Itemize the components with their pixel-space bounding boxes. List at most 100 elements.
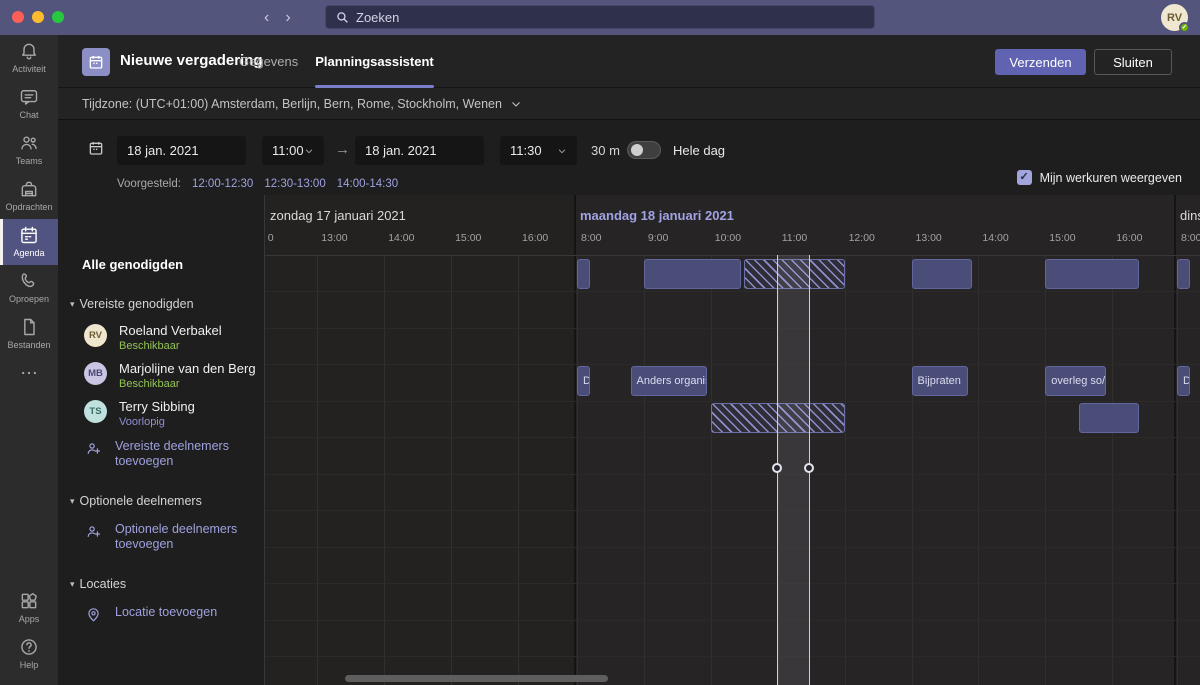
close-button[interactable]: Sluiten (1094, 49, 1172, 75)
avatar: MB (84, 362, 107, 385)
horizontal-scrollbar[interactable] (345, 675, 608, 682)
sidebar-item-oproepen[interactable]: Oproepen (0, 265, 58, 311)
hour-gridline (644, 255, 645, 685)
day-header-mon: maandag 18 januari 2021 (580, 208, 734, 223)
sidebar-item-bestanden[interactable]: Bestanden (0, 311, 58, 357)
busy-block (577, 259, 590, 289)
section-header[interactable]: ▾Vereiste genodigden (70, 297, 264, 311)
add-link[interactable]: Locatie toevoegen (85, 605, 264, 628)
section-header[interactable]: ▾Locaties (70, 577, 264, 591)
suggestion-slot[interactable]: 12:30-13:00 (264, 178, 325, 190)
hour-label: 15:00 (1049, 232, 1075, 244)
avatar: TS (84, 400, 107, 423)
attendees-title: Alle genodigden (82, 257, 264, 272)
busy-event: Anders organiseren u (631, 366, 708, 396)
hour-label: 16:00 (522, 232, 548, 244)
busy-block (644, 259, 741, 289)
hour-gridline (978, 255, 979, 685)
hour-gridline (451, 255, 452, 685)
sidebar-item-chat[interactable]: Chat (0, 81, 58, 127)
day-header-tue: dins (1180, 208, 1200, 223)
add-link[interactable]: Vereiste deelnemers toevoegen (85, 439, 264, 469)
avatar: RV (84, 324, 107, 347)
suggestion-slot[interactable]: 14:00-14:30 (337, 178, 398, 190)
back-button[interactable]: ‹ (264, 10, 269, 26)
sidebar-item-label: Activiteit (12, 64, 46, 74)
row-gridline (265, 620, 1200, 621)
section-header[interactable]: ▾Optionele deelnemers (70, 494, 264, 508)
row-gridline (265, 401, 1200, 402)
all-day-toggle[interactable] (627, 141, 661, 159)
suggestion-slot[interactable]: 12:00-12:30 (192, 178, 253, 190)
hour-label: 13:00 (916, 232, 942, 244)
day-divider (1174, 195, 1176, 685)
sidebar-item-more[interactable] (0, 357, 58, 403)
end-time-select[interactable]: 11:30 (500, 136, 577, 165)
sidebar-item-agenda[interactable]: Agenda (0, 219, 58, 265)
row-gridline (265, 328, 1200, 329)
row-gridline (265, 437, 1200, 438)
hour-label: 13:00 (321, 232, 347, 244)
collapse-triangle-icon: ▾ (70, 579, 75, 590)
user-avatar[interactable]: RV ✓ (1161, 4, 1188, 31)
attendee-name: Terry Sibbing (119, 400, 195, 413)
row-gridline (265, 474, 1200, 475)
day-column-sun (265, 195, 575, 685)
attendee-status: Beschikbaar (119, 378, 256, 390)
attendee-row[interactable]: RV Roeland Verbakel Beschikbaar (84, 324, 264, 349)
chevron-down-icon (510, 98, 522, 110)
tab-planningsassistent[interactable]: Planningsassistent (315, 35, 433, 88)
availability-grid[interactable]: zondag 17 januari 2021013:0014:0015:0016… (265, 195, 1200, 685)
sidebar-item-apps[interactable]: Apps (0, 585, 58, 631)
hour-label: 11:00 (782, 232, 808, 244)
attendee-row[interactable]: MBMarjolijne van den BergBeschikbaar (84, 362, 264, 387)
busy-block (1177, 259, 1190, 289)
attendee-panel: Alle genodigden ▾Vereiste genodigden RV Roe… (58, 195, 265, 685)
busy-event: overleg so/sb (1045, 366, 1105, 396)
hour-gridline (711, 255, 712, 685)
busy-block (1079, 403, 1139, 433)
attendee-status: Beschikbaar (119, 340, 222, 352)
hour-gridline (1045, 255, 1046, 685)
send-button[interactable]: Verzenden (995, 49, 1086, 75)
calendar-icon (19, 225, 39, 245)
hour-gridline (518, 255, 519, 685)
search-icon (336, 11, 349, 24)
timezone-label: Tijdzone: (UTC+01:00) Amsterdam, Berlijn… (82, 97, 502, 111)
work-hours-label: Mijn werkuren weergeven (1040, 171, 1182, 185)
app-rail: Activiteit Chat Teams OpdrachtenAgenda Oproe… (0, 35, 58, 685)
traffic-light-zoom[interactable] (52, 11, 64, 23)
start-date-input[interactable]: 18 jan. 2021 (117, 136, 246, 165)
hour-gridline (317, 255, 318, 685)
sidebar-item-activiteit[interactable]: Activiteit (0, 35, 58, 81)
sidebar-item-label: Oproepen (9, 294, 49, 304)
person-add-icon (85, 522, 102, 545)
tab-gegevens[interactable]: Gegevens (239, 35, 298, 88)
attendee-row[interactable]: TS Terry Sibbing Voorlopig (84, 400, 264, 425)
hour-gridline (912, 255, 913, 685)
start-time-select[interactable]: 11:00 (262, 136, 324, 165)
sidebar-item-teams[interactable]: Teams (0, 127, 58, 173)
location-pin-icon (85, 605, 102, 628)
busy-block (912, 259, 972, 289)
hour-label: 14:00 (388, 232, 414, 244)
traffic-light-minimize[interactable] (32, 11, 44, 23)
meeting-calendar-icon (82, 48, 110, 76)
timezone-bar[interactable]: Tijdzone: (UTC+01:00) Amsterdam, Berlijn… (58, 88, 1200, 120)
selection-start-handle[interactable] (772, 463, 782, 473)
work-hours-checkbox[interactable]: ✓ Mijn werkuren weergeven (1017, 170, 1182, 185)
forward-button[interactable]: › (285, 10, 290, 26)
attendee-status: Voorlopig (119, 416, 195, 428)
sidebar-item-help[interactable]: Help (0, 631, 58, 677)
busy-event: D (577, 366, 590, 396)
add-link[interactable]: Optionele deelnemers toevoegen (85, 522, 264, 552)
bell-icon (19, 41, 39, 61)
search-input[interactable]: Zoeken (325, 5, 875, 29)
sidebar-item-opdrachten[interactable]: Opdrachten (0, 173, 58, 219)
end-date-input[interactable]: 18 jan. 2021 (355, 136, 484, 165)
sidebar-item-label: Teams (16, 156, 43, 166)
hour-label: 0 (268, 232, 274, 244)
meeting-header: Nieuwe vergadering Gegevens Planningsass… (58, 35, 1200, 88)
traffic-light-close[interactable] (12, 11, 24, 23)
attendee-name: Roeland Verbakel (119, 324, 222, 337)
